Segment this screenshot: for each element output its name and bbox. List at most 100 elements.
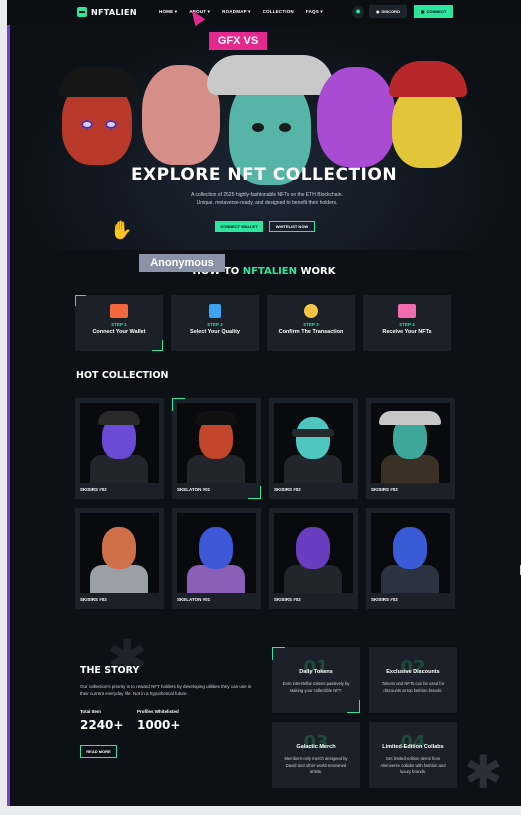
body-shape — [187, 565, 245, 593]
step-title: Connect Your Wallet — [92, 329, 146, 335]
alien-head — [102, 527, 136, 569]
feature-card: 01 Daily Tokens Earn interstellar tokens… — [272, 647, 360, 713]
cap-icon — [195, 411, 237, 425]
nft-image — [80, 513, 159, 593]
body-shape — [90, 455, 148, 483]
feature-title: Exclusive Discounts — [386, 669, 440, 675]
connect-button[interactable]: ▣ CONNECT — [414, 5, 453, 18]
transaction-icon — [304, 304, 318, 318]
nav-item-faqs[interactable]: FAQS ▾ — [306, 9, 323, 15]
wallet-icon — [110, 304, 128, 318]
feature-desc: Get limited-edition items from Alienvers… — [380, 756, 446, 774]
nft-image — [274, 403, 353, 483]
alien-head — [296, 417, 330, 459]
nav-item-home[interactable]: HOME ▾ — [159, 9, 177, 15]
wallet-icon: ▣ — [420, 9, 425, 14]
nft-image — [274, 513, 353, 593]
story-text: Our collection's priority is to reward N… — [80, 684, 252, 696]
feature-card: 04 Limited-Edition Collabs Get limited-e… — [369, 722, 457, 788]
nft-card[interactable]: SKELATON #01 — [172, 398, 261, 499]
read-more-button[interactable]: READ MORE — [80, 745, 117, 758]
page: NFTALIEN HOME ▾ ABOUT ▾ ROADMAP ▾ COLLEC… — [7, 0, 521, 806]
stat-label: Total Item — [80, 709, 101, 714]
feature-card: 03 Galactic Merch Members-only merch des… — [272, 722, 360, 788]
anonymous-label: Anonymous — [139, 254, 225, 272]
star-decoration-icon: ✱ — [464, 746, 503, 798]
eye-shape — [105, 120, 117, 129]
nav-item-roadmap[interactable]: ROADMAP ▾ — [222, 9, 250, 15]
nft-card[interactable]: SKELATON #01 — [172, 508, 261, 609]
connect-wallet-button[interactable]: CONNECT WALLET — [215, 221, 263, 232]
nav-item-collection[interactable]: COLLECTION — [263, 9, 294, 15]
top-navbar: NFTALIEN HOME ▾ ABOUT ▾ ROADMAP ▾ COLLEC… — [7, 0, 521, 25]
nft-name: SKISIRS #02 — [80, 597, 107, 602]
feature-desc: Earn interstellar tokens passively by st… — [282, 681, 350, 693]
beanie-icon — [389, 61, 467, 97]
feature-desc: Tokens and NFTs can be used for discount… — [381, 681, 445, 693]
star-decoration-icon: ✱ — [107, 632, 148, 685]
stat-label: Profiles Whitelisted — [137, 709, 179, 714]
cowboy-hat-icon — [207, 55, 333, 95]
step-number: STEP 3 — [303, 322, 319, 327]
nft-name: SKELATON #01 — [177, 487, 211, 492]
nft-name: SKELATON #01 — [177, 597, 211, 602]
nft-image — [177, 403, 256, 483]
cap-icon — [98, 411, 140, 425]
alien-head — [296, 527, 330, 569]
step-title: Confirm The Transaction — [278, 329, 344, 335]
step-title: Receive Your NFTs — [382, 329, 432, 335]
nft-name: SKISIRS #02 — [371, 597, 398, 602]
nft-image — [80, 403, 159, 483]
step-card: STEP 2 Select Your Quality — [171, 295, 259, 351]
nft-card[interactable]: SKISIRS #02 — [269, 508, 358, 609]
hero-section: EXPLORE NFT COLLECTION A collection of 2… — [7, 25, 521, 250]
main-nav: HOME ▾ ABOUT ▾ ROADMAP ▾ COLLECTION FAQS… — [159, 9, 323, 15]
logo[interactable]: NFTALIEN — [77, 7, 137, 17]
feature-card: 02 Exclusive Discounts Tokens and NFTs c… — [369, 647, 457, 713]
step-card: STEP 3 Confirm The Transaction — [267, 295, 355, 351]
body-shape — [381, 565, 439, 593]
nft-name: SKISIRS #02 — [274, 597, 301, 602]
page-accent-edge — [7, 25, 10, 806]
whitelist-now-button[interactable]: WHITELIST NOW — [269, 221, 315, 232]
nft-card[interactable]: SKISIRS #02 — [366, 508, 455, 609]
nft-card[interactable]: SKISIRS #02 — [75, 398, 164, 499]
nft-card[interactable]: SKISIRS #02 — [366, 398, 455, 499]
collection-grid: SKISIRS #02 SKELATON #01 SKISIRS #02 SKI… — [75, 398, 455, 609]
body-shape — [284, 565, 342, 593]
body-shape — [381, 455, 439, 483]
alien-head — [199, 527, 233, 569]
cowboy-hat-icon — [379, 411, 441, 425]
nft-name: SKISIRS #02 — [274, 487, 301, 492]
nft-image — [371, 403, 450, 483]
sun-icon[interactable]: ✹ — [352, 6, 364, 18]
watermark-badge: GFX VS — [209, 32, 267, 50]
nft-name: SKISIRS #02 — [371, 487, 398, 492]
stat-value: 2240+ — [80, 718, 124, 732]
step-card: STEP 1 Connect Your Wallet — [75, 295, 163, 351]
feature-title: Daily Tokens — [299, 669, 333, 675]
eye-shape — [81, 120, 93, 129]
discord-button[interactable]: ◉ DISCORD — [369, 5, 407, 18]
quality-icon — [209, 304, 221, 318]
hero-subtitle: A collection of 2525 highly-fashionable … — [191, 192, 343, 206]
body-shape — [187, 455, 245, 483]
eye-shape — [279, 123, 291, 132]
hero-title: EXPLORE NFT COLLECTION — [130, 165, 398, 185]
logo-icon — [77, 7, 87, 17]
stat-value: 1000+ — [137, 718, 181, 732]
alien-head — [393, 527, 427, 569]
connect-label: CONNECT — [426, 9, 447, 14]
step-number: STEP 1 — [111, 322, 127, 327]
feature-desc: Members-only merch designed by David and… — [284, 756, 348, 774]
nft-name: SKISIRS #02 — [80, 487, 107, 492]
steps-row: STEP 1 Connect Your Wallet STEP 2 Select… — [75, 295, 451, 351]
hand-cursor-icon: ✋ — [110, 220, 133, 240]
nft-card[interactable]: SKISIRS #02 — [269, 398, 358, 499]
howto-brand: NFTALIEN — [242, 266, 297, 277]
logo-text: NFTALIEN — [91, 7, 137, 17]
step-card: STEP 4 Receive Your NFTs — [363, 295, 451, 351]
cart-icon — [398, 304, 416, 318]
nft-card[interactable]: SKISIRS #02 — [75, 508, 164, 609]
visor-icon — [292, 429, 334, 437]
